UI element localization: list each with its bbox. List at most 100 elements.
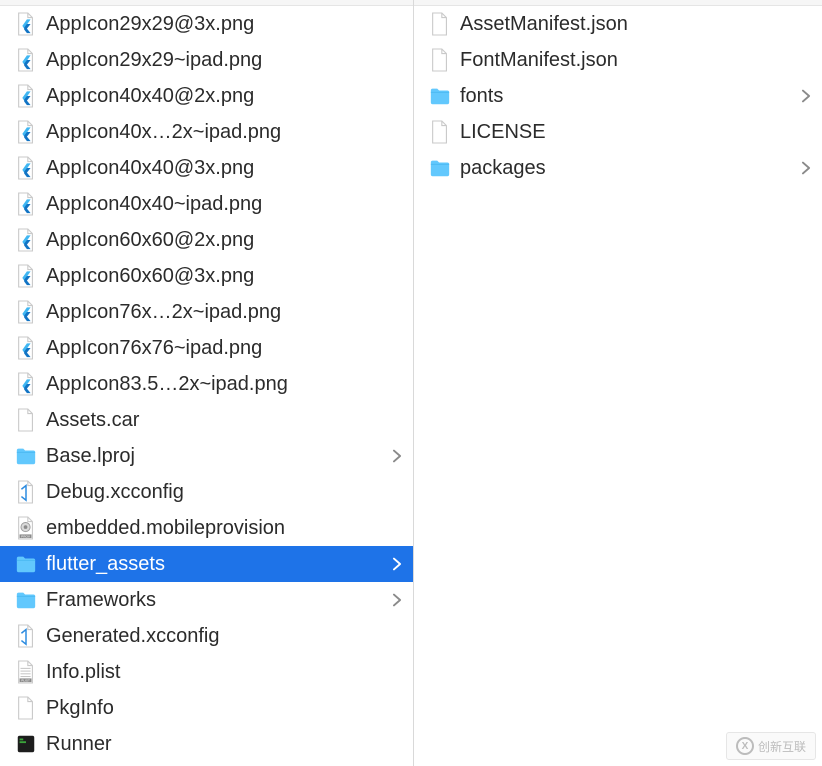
file-row[interactable]: PkgInfo — [0, 690, 413, 726]
file-row[interactable]: Info.plist — [0, 654, 413, 690]
watermark-icon: X — [736, 737, 754, 755]
folder-icon — [15, 551, 37, 577]
file-row[interactable]: AppIcon40x40@2x.png — [0, 78, 413, 114]
file-row[interactable]: fonts — [414, 78, 822, 114]
file-name-label: embedded.mobileprovision — [40, 517, 387, 540]
file-row[interactable]: Runner — [0, 726, 413, 762]
file-icon-slot — [426, 119, 454, 145]
file-name-label: PkgInfo — [40, 697, 387, 720]
file-name-label: AppIcon76x76~ipad.png — [40, 337, 387, 360]
file-row[interactable]: AppIcon83.5…2x~ipad.png — [0, 366, 413, 402]
file-row[interactable]: AppIcon76x…2x~ipad.png — [0, 294, 413, 330]
file-name-label: Frameworks — [40, 589, 387, 612]
file-name-label: AppIcon40x40~ipad.png — [40, 193, 387, 216]
file-row[interactable]: packages — [414, 150, 822, 186]
file-icon-slot — [12, 191, 40, 217]
file-row[interactable]: AppIcon40x40~ipad.png — [0, 186, 413, 222]
file-row[interactable]: AppIcon29x29@3x.png — [0, 6, 413, 42]
file-row[interactable]: Base.lproj — [0, 438, 413, 474]
file-name-label: AppIcon40x…2x~ipad.png — [40, 121, 387, 144]
file-name-label: Generated.xcconfig — [40, 625, 387, 648]
file-row[interactable]: Frameworks — [0, 582, 413, 618]
file-icon-slot — [12, 263, 40, 289]
file-name-label: AppIcon83.5…2x~ipad.png — [40, 373, 387, 396]
exec-icon — [15, 731, 37, 757]
file-icon-slot — [12, 299, 40, 325]
file-icon-slot — [12, 623, 40, 649]
finder-column-view: AppIcon29x29@3x.png AppIcon29x29~ipad.png… — [0, 0, 822, 766]
plist-icon — [15, 659, 37, 685]
file-icon-slot — [12, 227, 40, 253]
file-row[interactable]: Assets.car — [0, 402, 413, 438]
file-row[interactable]: FontManifest.json — [414, 42, 822, 78]
file-name-label: AppIcon40x40@2x.png — [40, 85, 387, 108]
flutter-icon — [15, 47, 37, 73]
file-icon-slot — [12, 479, 40, 505]
file-icon-slot — [12, 659, 40, 685]
file-icon-slot — [12, 515, 40, 541]
disclosure-arrow-icon — [390, 555, 404, 573]
file-name-label: Info.plist — [40, 661, 387, 684]
file-name-label: fonts — [454, 85, 796, 108]
file-icon-slot — [12, 119, 40, 145]
file-row[interactable]: Generated.xcconfig — [0, 618, 413, 654]
folder-icon — [15, 587, 37, 613]
disclosure-arrow-icon — [799, 87, 813, 105]
file-name-label: AssetManifest.json — [454, 13, 796, 36]
file-icon-slot — [426, 155, 454, 181]
file-row[interactable]: AppIcon60x60@3x.png — [0, 258, 413, 294]
disclosure-arrow-icon — [799, 159, 813, 177]
flutter-icon — [15, 299, 37, 325]
flutter-icon — [15, 119, 37, 145]
file-row[interactable]: AppIcon40x40@3x.png — [0, 150, 413, 186]
column-left: AppIcon29x29@3x.png AppIcon29x29~ipad.png… — [0, 0, 414, 766]
file-name-label: AppIcon76x…2x~ipad.png — [40, 301, 387, 324]
disclosure-slot — [387, 447, 407, 465]
disclosure-arrow-icon — [390, 591, 404, 609]
watermark-text: 创新互联 — [758, 738, 806, 755]
file-name-label: Assets.car — [40, 409, 387, 432]
flutter-icon — [15, 11, 37, 37]
file-icon-slot — [12, 83, 40, 109]
flutter-icon — [15, 335, 37, 361]
folder-icon — [15, 443, 37, 469]
xcconfig-icon — [15, 623, 37, 649]
file-list-left[interactable]: AppIcon29x29@3x.png AppIcon29x29~ipad.png… — [0, 6, 413, 766]
file-row[interactable]: AppIcon40x…2x~ipad.png — [0, 114, 413, 150]
watermark-badge: X 创新互联 — [726, 732, 816, 760]
file-row[interactable]: AppIcon76x76~ipad.png — [0, 330, 413, 366]
file-list-right[interactable]: AssetManifest.json FontManifest.json fonts… — [414, 6, 822, 766]
file-name-label: AppIcon60x60@3x.png — [40, 265, 387, 288]
file-icon-slot — [12, 695, 40, 721]
file-name-label: Base.lproj — [40, 445, 387, 468]
xcconfig-icon — [15, 479, 37, 505]
file-row[interactable]: AssetManifest.json — [414, 6, 822, 42]
file-name-label: AppIcon40x40@3x.png — [40, 157, 387, 180]
flutter-icon — [15, 155, 37, 181]
file-name-label: AppIcon29x29~ipad.png — [40, 49, 387, 72]
blank-icon — [429, 11, 451, 37]
blank-icon — [15, 695, 37, 721]
file-name-label: AppIcon29x29@3x.png — [40, 13, 387, 36]
file-row[interactable]: Debug.xcconfig — [0, 474, 413, 510]
file-name-label: Runner — [40, 733, 387, 756]
flutter-icon — [15, 371, 37, 397]
file-icon-slot — [12, 587, 40, 613]
file-row[interactable]: AppIcon60x60@2x.png — [0, 222, 413, 258]
disclosure-slot — [796, 87, 816, 105]
file-icon-slot — [12, 155, 40, 181]
file-row[interactable]: flutter_assets — [0, 546, 413, 582]
flutter-icon — [15, 191, 37, 217]
file-row[interactable]: LICENSE — [414, 114, 822, 150]
file-name-label: packages — [454, 157, 796, 180]
file-row[interactable]: embedded.mobileprovision — [0, 510, 413, 546]
file-row[interactable]: AppIcon29x29~ipad.png — [0, 42, 413, 78]
file-name-label: AppIcon60x60@2x.png — [40, 229, 387, 252]
file-icon-slot — [12, 443, 40, 469]
folder-icon — [429, 83, 451, 109]
file-icon-slot — [426, 11, 454, 37]
file-icon-slot — [426, 83, 454, 109]
flutter-icon — [15, 263, 37, 289]
file-icon-slot — [12, 407, 40, 433]
file-icon-slot — [12, 731, 40, 757]
